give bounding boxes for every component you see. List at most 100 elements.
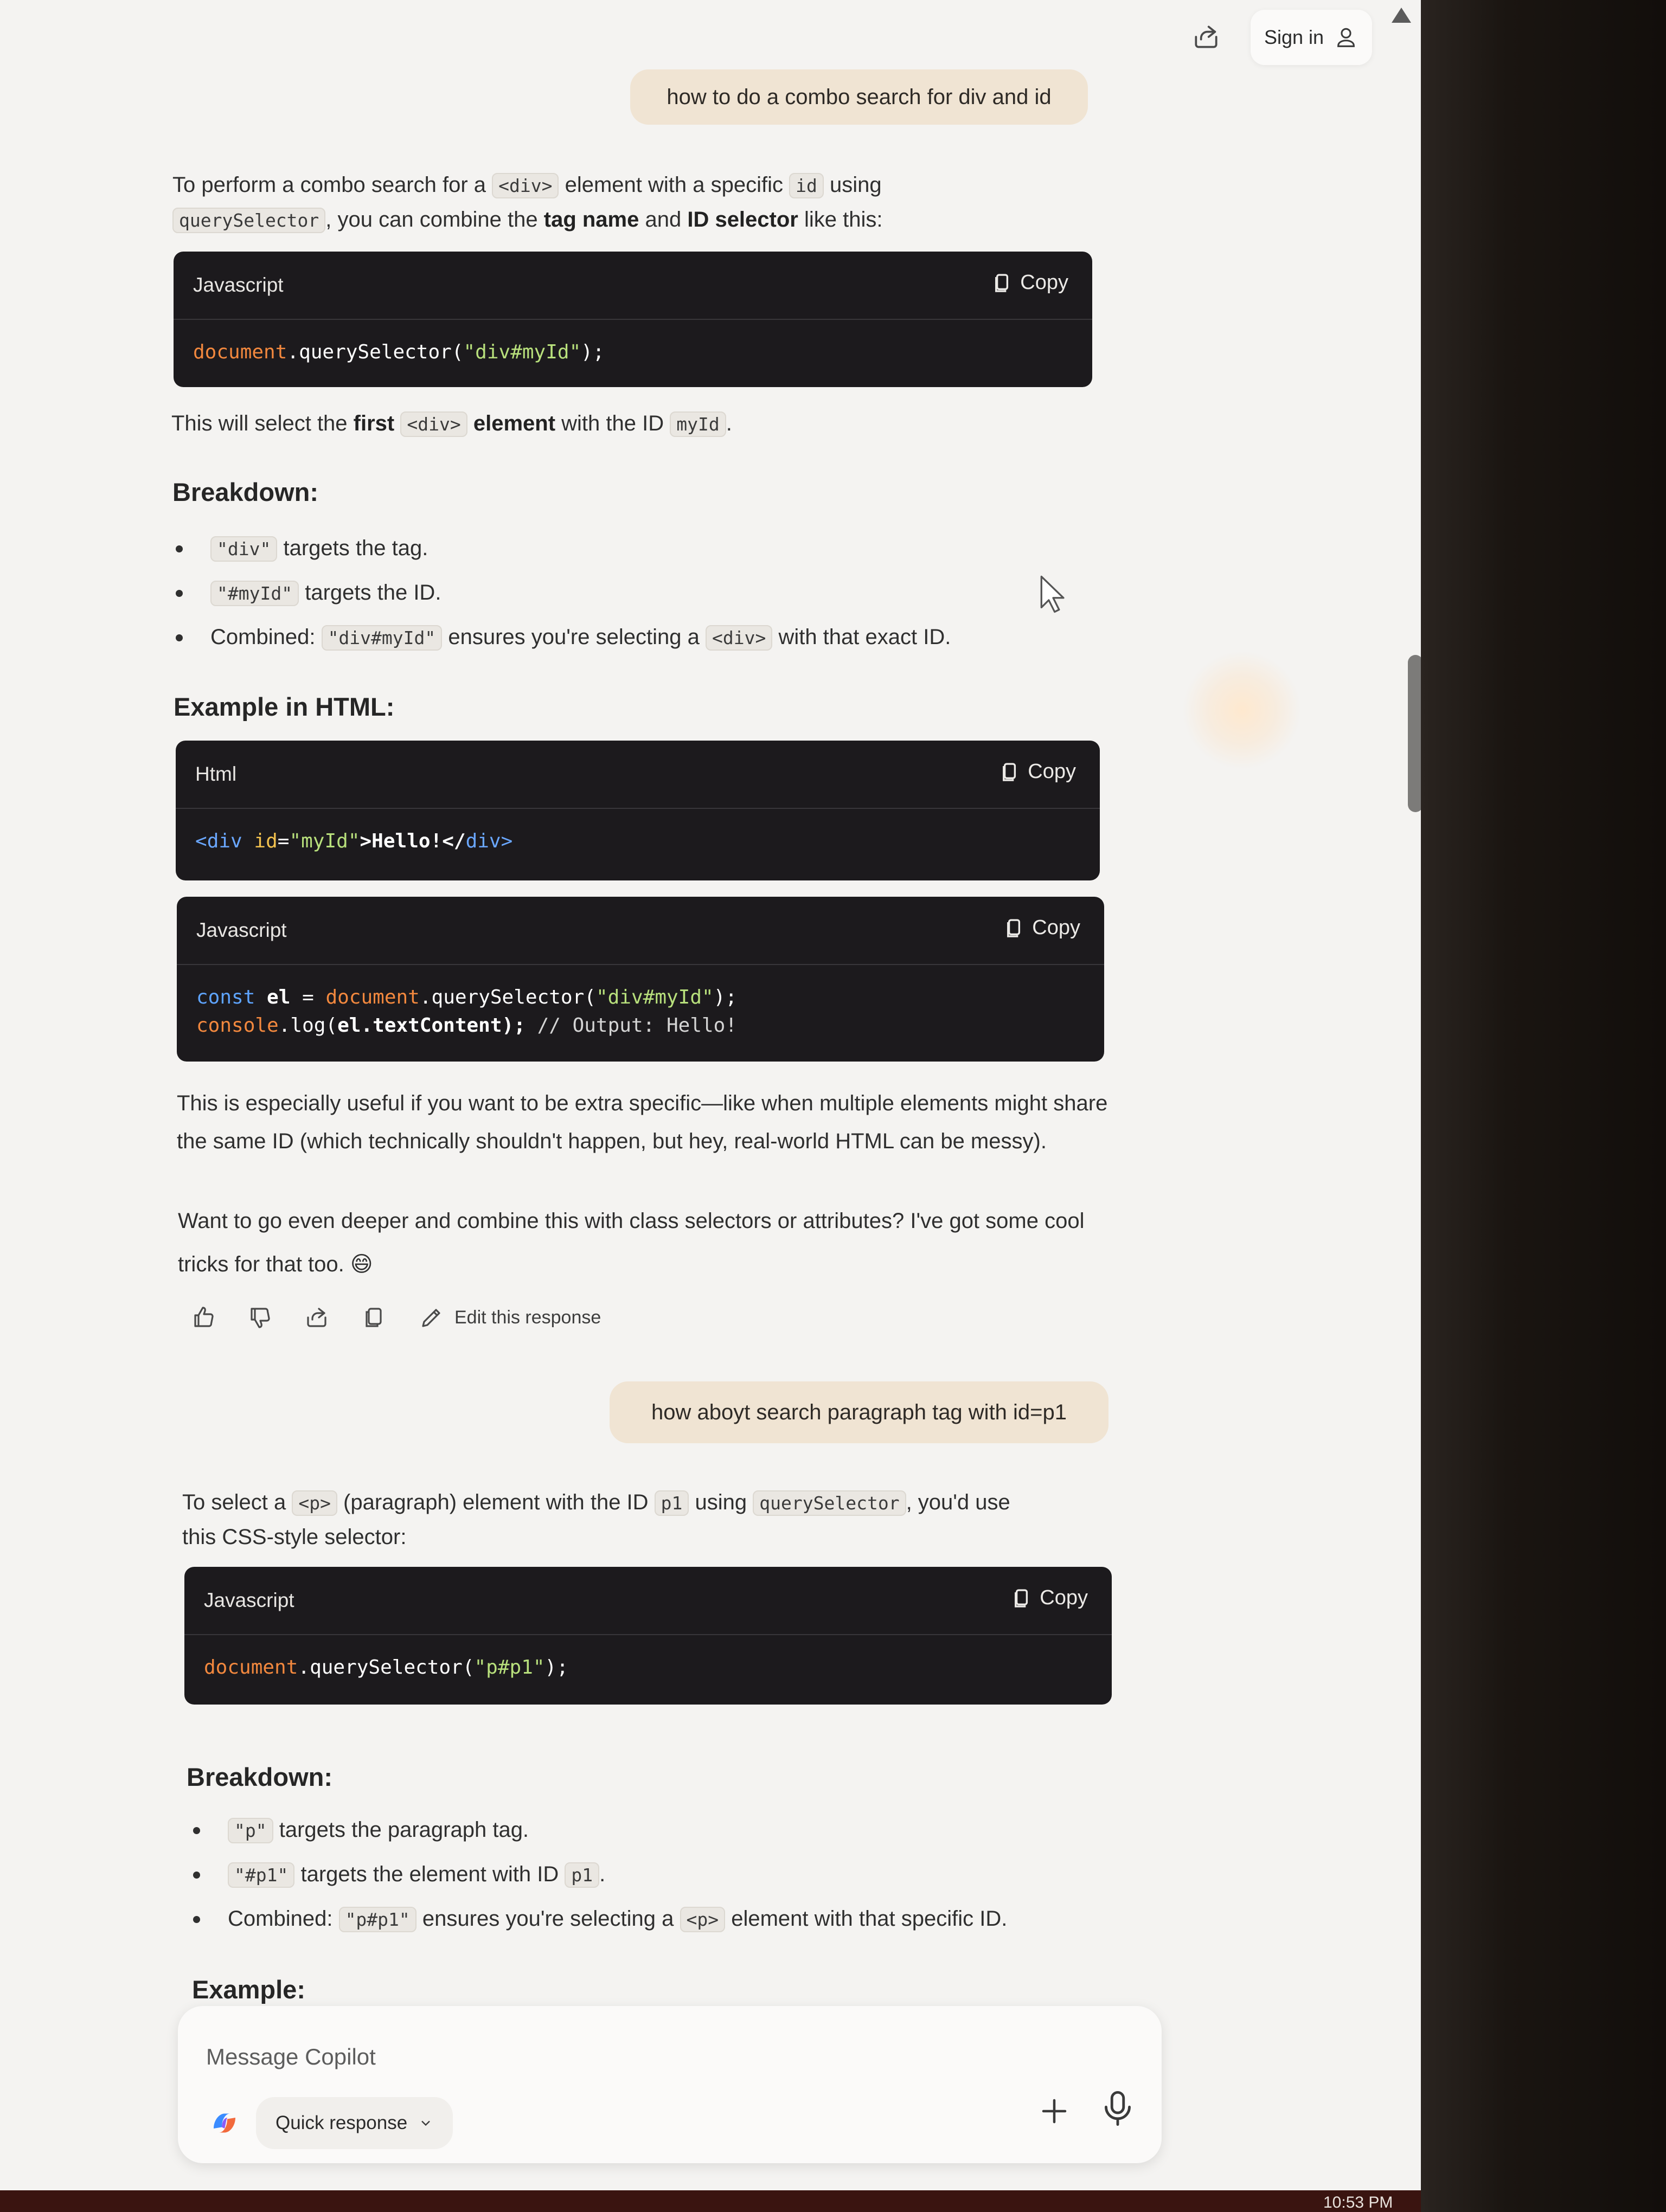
copy-icon	[1003, 762, 1016, 781]
select-note: This will select the first <div> element…	[171, 407, 1104, 441]
list-item-text: targets the ID.	[305, 581, 441, 605]
share-icon[interactable]	[304, 1304, 330, 1330]
list-item-text: Combined:	[210, 625, 316, 649]
copy-code-button[interactable]: Copy	[1006, 916, 1080, 940]
inline-code-myid: myId	[670, 411, 726, 437]
monitor-bezel	[1421, 0, 1666, 2212]
bold-text: ID selector	[687, 208, 798, 232]
user-message-text: how aboyt search paragraph tag with id=p…	[651, 1400, 1067, 1424]
intro-text: using	[823, 173, 882, 197]
edit-response-button[interactable]: Edit this response	[419, 1304, 601, 1330]
list-item: Combined: "div#myId" ensures you're sele…	[172, 615, 1116, 659]
copy-icon[interactable]	[360, 1304, 386, 1330]
intro-text: like this:	[798, 208, 883, 232]
note-text: This will select the	[171, 411, 354, 435]
list-item-text: with that exact ID.	[778, 625, 951, 649]
intro-text: element with a specific	[559, 173, 790, 197]
intro-text: , you can combine the	[325, 208, 544, 232]
code-block-header: Javascript Copy	[184, 1567, 1112, 1635]
inline-code-div: <div>	[400, 411, 467, 437]
inline-code-queryselector: querySelector	[753, 1490, 906, 1516]
message-input[interactable]: Message Copilot	[206, 2044, 376, 2070]
sign-in-button[interactable]: Sign in	[1251, 10, 1372, 65]
response-actions: Edit this response	[191, 1304, 601, 1330]
note-text: .	[726, 411, 732, 435]
intro-text: and	[639, 208, 688, 232]
user-message-text: how to do a combo search for div and id	[667, 85, 1052, 109]
list-item-text: targets the tag.	[283, 536, 428, 560]
inline-code-queryselector: querySelector	[172, 208, 326, 233]
list-item-text: Combined:	[228, 1907, 333, 1931]
inline-code-id: id	[789, 173, 824, 198]
taskbar-clock: 10:53 PM	[1323, 2194, 1393, 2211]
copy-icon	[995, 273, 1009, 292]
inline-code-p1: p1	[654, 1490, 689, 1516]
share-icon[interactable]	[1191, 22, 1221, 52]
list-item: Combined: "p#p1" ensures you're selectin…	[190, 1896, 1133, 1941]
list-item-text: element with that specific ID.	[731, 1907, 1008, 1931]
list-item-text: .	[599, 1862, 606, 1886]
intro-text: this CSS-style selector:	[182, 1525, 407, 1549]
copy-label: Copy	[1020, 271, 1068, 294]
microphone-icon[interactable]	[1103, 2089, 1132, 2127]
list-item: "div" targets the tag.	[172, 526, 1116, 570]
light-glare	[1182, 651, 1302, 770]
answer-intro: To perform a combo search for a <div> el…	[172, 168, 1105, 237]
copy-label: Copy	[1032, 916, 1080, 939]
code-language-label: Javascript	[196, 919, 287, 941]
inline-code: <p>	[680, 1907, 726, 1932]
scrollbar-thumb[interactable]	[1408, 655, 1421, 812]
code-language-label: Html	[195, 763, 237, 785]
thumbs-down-icon[interactable]	[247, 1304, 273, 1330]
intro-text: , you'd use	[906, 1490, 1010, 1514]
code-language-label: Javascript	[193, 274, 284, 296]
inline-code: <div>	[705, 625, 773, 651]
intro-text: To perform a combo search for a	[172, 173, 492, 197]
answer-paragraph: This is especially useful if you want to…	[177, 1091, 1108, 1153]
answer-intro: To select a <p> (paragraph) element with…	[182, 1486, 1115, 1554]
copy-icon	[1015, 1589, 1028, 1607]
code-content: <div id="myId">Hello!</div>	[195, 830, 513, 852]
example-heading: Example in HTML:	[174, 692, 395, 721]
scroll-up-arrow[interactable]	[1392, 8, 1411, 23]
code-block: Html Copy <div id="myId">Hello!</div>	[176, 741, 1100, 880]
list-item-text: ensures you're selecting a	[448, 625, 700, 649]
code-block-header: Javascript Copy	[177, 897, 1104, 965]
sign-in-label: Sign in	[1264, 26, 1324, 48]
code-block: Javascript Copy document.querySelector("…	[184, 1567, 1112, 1705]
bold-text: tag name	[543, 208, 639, 232]
example-heading: Example:	[192, 1975, 305, 2004]
list-item-text: targets the paragraph tag.	[279, 1818, 529, 1842]
list-item: "#myId" targets the ID.	[172, 570, 1116, 615]
inline-code: "p"	[228, 1818, 273, 1843]
copy-code-button[interactable]: Copy	[994, 271, 1068, 294]
breakdown-list: "div" targets the tag. "#myId" targets t…	[172, 526, 1116, 659]
inline-code: "div#myId"	[321, 625, 443, 651]
breakdown-list: "p" targets the paragraph tag. "#p1" tar…	[190, 1808, 1133, 1941]
code-block-header: Javascript Copy	[174, 252, 1092, 320]
list-item: "#p1" targets the element with ID p1.	[190, 1852, 1133, 1896]
taskbar: 10:53 PM	[0, 2190, 1421, 2212]
add-icon[interactable]	[1038, 2095, 1071, 2127]
thumbs-up-icon[interactable]	[191, 1304, 217, 1330]
copilot-chat-screen: Sign in how to do a combo search for div…	[0, 0, 1421, 2212]
bold-text: element	[473, 411, 556, 435]
inline-code: "p#p1"	[338, 1907, 416, 1932]
code-content: document.querySelector("div#myId");	[193, 341, 605, 363]
answer-paragraph-text: Want to go even deeper and combine this …	[178, 1209, 1085, 1276]
mouse-cursor-icon	[1040, 575, 1065, 613]
list-item: "p" targets the paragraph tag.	[190, 1808, 1133, 1852]
answer-paragraph: Want to go even deeper and combine this …	[178, 1199, 1111, 1286]
copy-code-button[interactable]: Copy	[1002, 760, 1076, 783]
message-composer: Message Copilot Quick response	[178, 2006, 1162, 2163]
list-item-text: targets the element with ID	[300, 1862, 559, 1886]
list-item-text: ensures you're selecting a	[422, 1907, 674, 1931]
code-content: const el = document.querySelector("div#m…	[196, 986, 738, 1037]
pencil-icon	[422, 1309, 440, 1327]
quick-response-dropdown[interactable]: Quick response	[256, 2097, 453, 2149]
intro-text: To select a	[182, 1490, 292, 1514]
copy-code-button[interactable]: Copy	[1014, 1586, 1088, 1610]
copy-label: Copy	[1040, 1586, 1088, 1609]
note-text: with the ID	[555, 411, 670, 435]
code-content: document.querySelector("p#p1");	[204, 1656, 568, 1679]
